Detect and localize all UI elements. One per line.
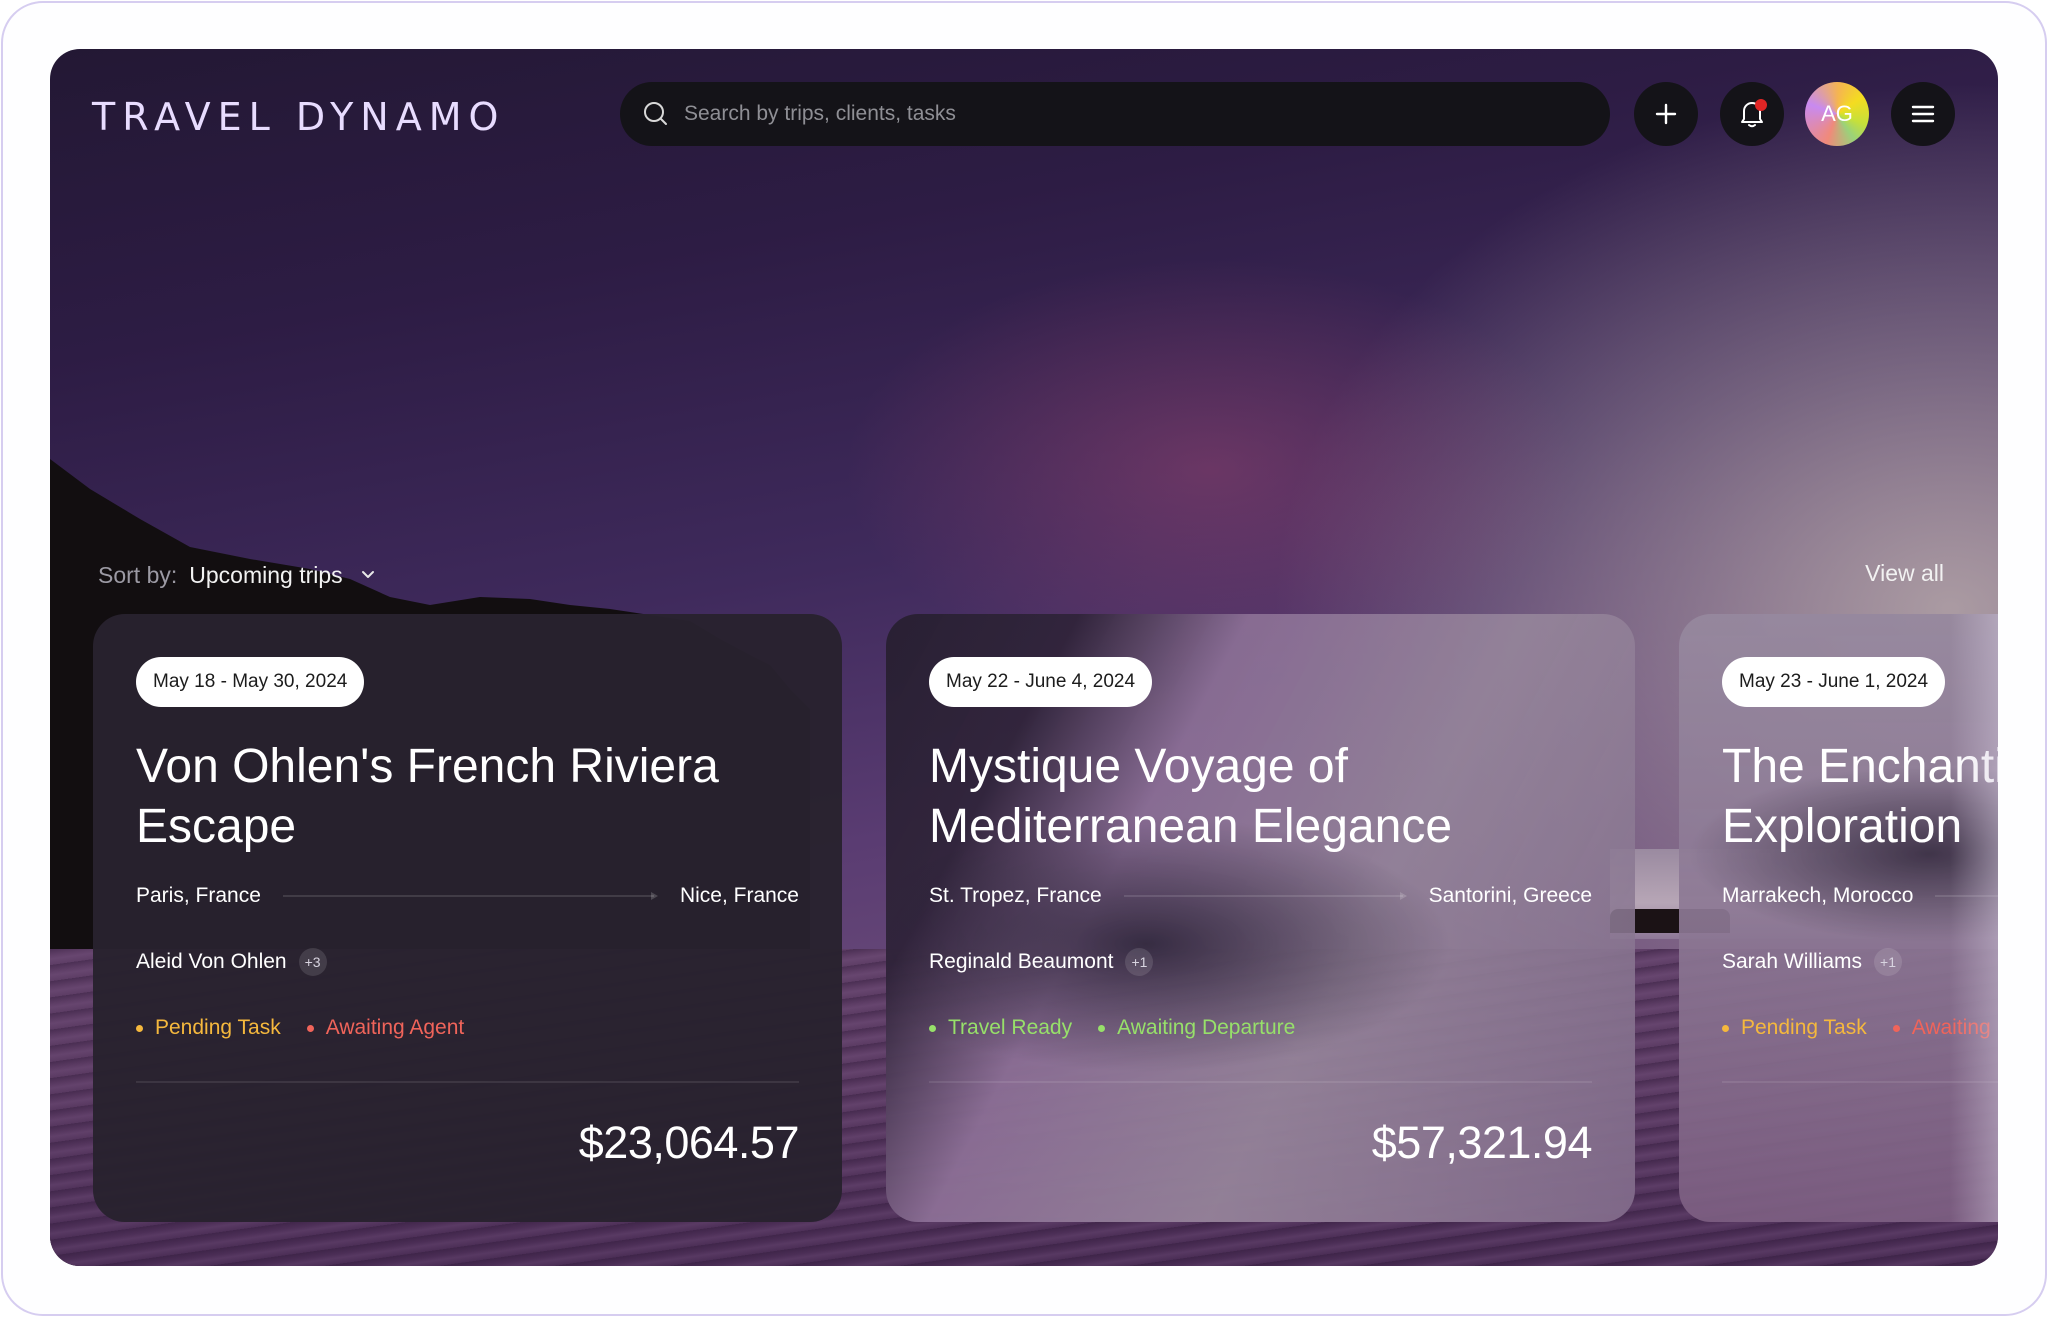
trip-price: $23,064.57 — [578, 1117, 800, 1168]
status-badge: Awaiting Departure — [1098, 1016, 1295, 1040]
trip-dates: May 18 - May 30, 2024 — [136, 657, 365, 707]
trip-route: Marrakech, Morocco — [1722, 881, 1998, 911]
trip-client: Reginald Beaumont +1 — [929, 947, 1592, 977]
trip-statuses: Travel Ready Awaiting Departure — [929, 1013, 1592, 1043]
card-divider — [136, 1081, 799, 1083]
trip-title[interactable]: Mystique Voyage of Mediterranean Eleganc… — [929, 737, 1489, 857]
extra-travelers-badge: +1 — [1874, 948, 1903, 976]
search-bar[interactable] — [620, 82, 1610, 146]
status-badge: Awaiting Agent — [306, 1016, 465, 1040]
status-label: Awaiting — [1911, 1016, 1991, 1039]
notifications-button[interactable] — [1720, 82, 1784, 146]
trip-route: Paris, France Nice, France — [136, 881, 799, 911]
hamburger-menu-icon — [1911, 105, 1935, 123]
trip-client: Aleid Von Ohlen +3 — [136, 947, 799, 977]
trip-title-line: The Enchanti — [1722, 740, 1998, 793]
status-dot-icon — [1098, 1024, 1106, 1032]
sort-dropdown[interactable]: Upcoming trips — [189, 562, 342, 589]
trip-title[interactable]: Von Ohlen's French Riviera Escape — [136, 737, 776, 857]
add-button[interactable] — [1634, 82, 1698, 146]
trip-card[interactable]: May 22 - June 4, 2024 Mystique Voyage of… — [886, 614, 1635, 1222]
status-badge: Awaiting — [1892, 1016, 1991, 1040]
status-label: Pending Task — [155, 1016, 281, 1039]
app-logo[interactable]: TRAVEL DYNAMO — [92, 93, 505, 141]
status-badge: Travel Ready — [929, 1016, 1072, 1040]
sort-control[interactable]: Sort by: Upcoming trips — [98, 557, 377, 593]
status-badge: Pending Task — [136, 1016, 281, 1040]
trip-card[interactable]: May 18 - May 30, 2024 Von Ohlen's French… — [93, 614, 842, 1222]
card-divider — [1722, 1081, 1998, 1083]
menu-button[interactable] — [1891, 82, 1955, 146]
trip-dates: May 23 - June 1, 2024 — [1722, 657, 1946, 707]
sort-label: Sort by: — [98, 561, 178, 588]
status-dot-icon — [306, 1024, 314, 1032]
status-label: Travel Ready — [948, 1016, 1073, 1039]
notification-badge — [1755, 99, 1767, 111]
trip-route: St. Tropez, France Santorini, Greece — [929, 881, 1592, 911]
route-destination: Nice, France — [679, 884, 799, 907]
search-input[interactable] — [684, 102, 1610, 126]
trip-price: $57,321.94 — [1371, 1117, 1593, 1168]
user-avatar[interactable]: AG — [1805, 82, 1869, 146]
status-badge: Pending Task — [1722, 1016, 1867, 1040]
view-all-link[interactable]: View all — [1865, 555, 1944, 591]
route-origin: Paris, France — [136, 884, 261, 907]
route-arrow-icon — [282, 889, 659, 903]
status-dot-icon — [136, 1024, 143, 1032]
trip-dates: May 22 - June 4, 2024 — [929, 657, 1153, 707]
trip-statuses: Pending Task Awaiting Agent — [136, 1013, 799, 1043]
route-origin: St. Tropez, France — [929, 884, 1102, 907]
extra-travelers-badge: +3 — [298, 948, 327, 976]
status-dot-icon — [929, 1024, 936, 1032]
trip-statuses: Pending Task Awaiting — [1722, 1013, 1998, 1043]
client-name: Aleid Von Ohlen — [136, 950, 287, 973]
trip-client: Sarah Williams +1 — [1722, 947, 1998, 977]
chevron-down-icon[interactable] — [359, 566, 377, 584]
avatar-initials: AG — [1821, 101, 1853, 126]
search-icon — [644, 102, 667, 125]
app-window: TRAVEL DYNAMO AG Sort by: Upcomin — [50, 49, 1998, 1266]
plus-icon — [1655, 103, 1677, 125]
card-divider — [929, 1081, 1592, 1083]
client-name: Sarah Williams — [1722, 950, 1863, 973]
extra-travelers-badge: +1 — [1125, 948, 1154, 976]
route-destination: Santorini, Greece — [1428, 884, 1592, 907]
trip-title-line: Exploration — [1722, 800, 1963, 853]
status-dot-icon — [1722, 1024, 1729, 1032]
status-dot-icon — [1892, 1024, 1900, 1032]
route-origin: Marrakech, Morocco — [1722, 884, 1914, 907]
status-label: Pending Task — [1741, 1016, 1867, 1039]
client-name: Reginald Beaumont — [929, 950, 1114, 973]
route-arrow-icon — [1935, 889, 1998, 903]
trip-card[interactable]: May 23 - June 1, 2024 The Enchanti Explo… — [1679, 614, 1998, 1222]
trip-title[interactable]: The Enchanti Exploration — [1722, 737, 1998, 857]
status-label: Awaiting Agent — [325, 1016, 465, 1039]
status-label: Awaiting Departure — [1117, 1016, 1296, 1039]
route-arrow-icon — [1123, 889, 1407, 903]
